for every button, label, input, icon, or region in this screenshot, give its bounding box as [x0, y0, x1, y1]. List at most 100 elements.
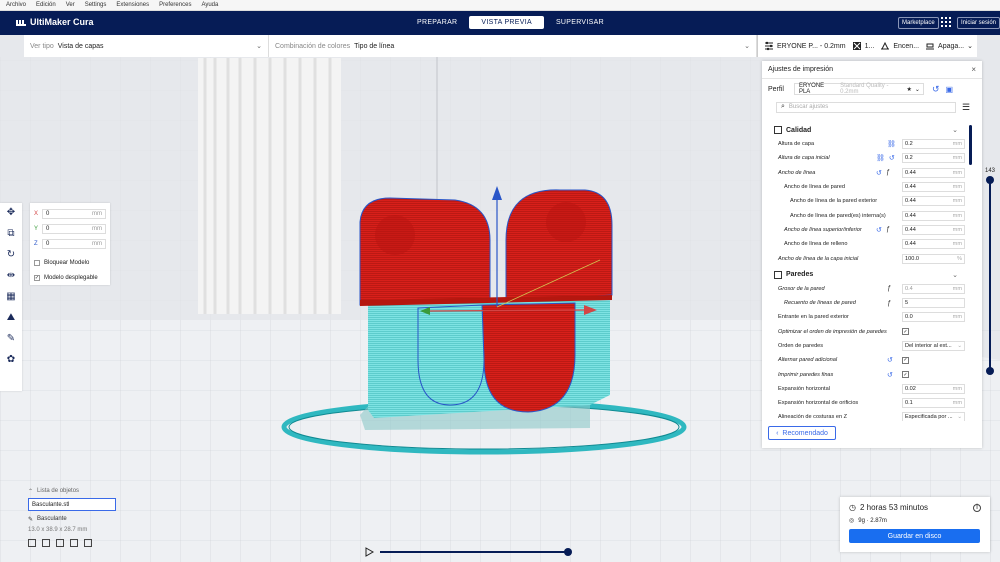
- view-top-icon[interactable]: [56, 539, 64, 547]
- printer-settings-bar[interactable]: ERYONE P... - 0.2mm 1... Encen... Apaga.…: [757, 35, 977, 57]
- category-icon: [774, 270, 782, 279]
- link-icon[interactable]: ⛓: [876, 154, 885, 162]
- z-input[interactable]: 0 mm: [42, 239, 106, 249]
- save-profile-icon[interactable]: ▣: [946, 85, 954, 94]
- marketplace-button[interactable]: Marketplace: [898, 17, 939, 29]
- menu-item[interactable]: Preferences: [159, 2, 191, 8]
- stage-tab[interactable]: SUPERVISAR: [544, 16, 616, 29]
- profile-dropdown[interactable]: ERYONE PLA Standard Quality - 0.2mm ★ ⌄: [793, 83, 924, 95]
- object-list-header[interactable]: ⌃ Lista de objetos: [28, 488, 123, 495]
- extruder-selector[interactable]: 1...: [852, 41, 874, 51]
- menu-item[interactable]: Extensiones: [116, 2, 149, 8]
- rotate-tool-icon[interactable]: ↻: [5, 248, 17, 260]
- settings-category[interactable]: Paredes ⌄: [762, 268, 966, 282]
- stage-tab[interactable]: PREPARAR: [405, 16, 469, 29]
- close-icon[interactable]: ×: [971, 65, 976, 74]
- setting-value-input[interactable]: 5: [902, 298, 965, 309]
- function-icon[interactable]: ƒ: [887, 300, 891, 307]
- function-icon[interactable]: ƒ: [886, 226, 890, 234]
- function-icon[interactable]: ƒ: [887, 285, 891, 292]
- setting-checkbox[interactable]: ✓: [902, 356, 909, 364]
- menu-item[interactable]: Ver: [66, 2, 75, 8]
- setting-value-input[interactable]: 0.44 mm: [902, 196, 965, 207]
- stage-tab[interactable]: VISTA PREVIA: [469, 16, 544, 29]
- support-toggle[interactable]: Encen...: [880, 41, 919, 51]
- move-tool-icon[interactable]: ✥: [5, 206, 17, 218]
- menu-item[interactable]: Settings: [85, 2, 107, 8]
- lock-model-row[interactable]: Bloquear Modelo: [34, 257, 106, 269]
- view-front-icon[interactable]: [42, 539, 50, 547]
- measure-tool-icon[interactable]: ✎: [5, 332, 17, 344]
- view-right-icon[interactable]: [84, 539, 92, 547]
- menu-item[interactable]: Ayuda: [201, 2, 218, 8]
- drop-model-row[interactable]: ✓ Modelo desplegable: [34, 272, 106, 284]
- menu-icon[interactable]: ☰: [962, 102, 970, 113]
- adhesion-toggle[interactable]: Apaga... ⌄: [925, 41, 973, 51]
- setting-value-input[interactable]: 0.4 mm: [902, 283, 965, 294]
- reset-icon[interactable]: ↺: [876, 226, 882, 234]
- timeline-handle[interactable]: [564, 548, 572, 556]
- setting-icons: ⛓ ↺: [876, 154, 895, 162]
- lock-model-checkbox[interactable]: [34, 260, 40, 266]
- setting-label: Expansión horizontal de orificios: [778, 400, 859, 407]
- view-3d-icon[interactable]: [28, 539, 36, 547]
- apps-grid-icon[interactable]: [941, 17, 951, 27]
- settings-search-input[interactable]: ⌕ Buscar ajustes: [776, 101, 956, 113]
- info-icon[interactable]: i: [973, 503, 981, 512]
- recommended-label: Recomendado: [782, 429, 828, 437]
- search-placeholder: Buscar ajustes: [788, 104, 829, 110]
- pencil-icon[interactable]: ✎: [28, 516, 33, 523]
- function-icon[interactable]: ƒ: [886, 169, 890, 177]
- settings-scrollbar[interactable]: [969, 125, 972, 165]
- drop-model-checkbox[interactable]: ✓: [34, 275, 40, 281]
- setting-row: Altura de capa ⛓ 0.2 mm: [762, 137, 966, 151]
- setting-value-input[interactable]: 0.2 mm: [902, 139, 965, 150]
- printer-selector[interactable]: ERYONE P... - 0.2mm: [764, 41, 846, 51]
- save-to-disk-button[interactable]: Guardar en disco: [849, 529, 980, 543]
- menu-item[interactable]: Edición: [36, 2, 56, 8]
- reset-icon[interactable]: ↺: [876, 169, 882, 177]
- menu-item[interactable]: Archivo: [6, 2, 26, 8]
- setting-value-input[interactable]: 0.2 mm: [902, 153, 965, 164]
- chevron-down-icon: ⌄: [744, 43, 750, 50]
- setting-value-input[interactable]: 0.44 mm: [902, 167, 965, 178]
- setting-value-input[interactable]: Del interior al ext... ⌄: [902, 341, 965, 351]
- setting-checkbox[interactable]: ✓: [902, 328, 909, 336]
- settings-category[interactable]: Calidad ⌄: [762, 123, 966, 137]
- setting-value-input[interactable]: 0.44 mm: [902, 224, 965, 235]
- setting-value-input[interactable]: 0.1 mm: [902, 398, 965, 409]
- per-model-settings-icon[interactable]: ▦: [5, 290, 17, 302]
- setting-unit: mm: [952, 400, 962, 407]
- scale-tool-icon[interactable]: ⧉: [5, 227, 17, 239]
- setting-value-input[interactable]: 0.44 mm: [902, 210, 965, 221]
- reset-icon[interactable]: ↺: [887, 356, 893, 364]
- setting-value-input[interactable]: 100.0%: [902, 253, 965, 264]
- link-icon[interactable]: ⛓: [887, 140, 896, 148]
- view-left-icon[interactable]: [70, 539, 78, 547]
- printer-profile-text: ERYONE P... - 0.2mm: [777, 42, 846, 50]
- object-file-item[interactable]: Basculante.stl: [28, 498, 116, 511]
- setting-value-input[interactable]: 0.44 mm: [902, 182, 965, 193]
- mirror-tool-icon[interactable]: ⇹: [5, 269, 17, 281]
- support-blocker-icon[interactable]: ⛰: [5, 311, 17, 323]
- reset-icon[interactable]: ↺: [932, 84, 940, 95]
- signin-button[interactable]: Iniciar sesión: [957, 17, 1000, 29]
- view-type-dropdown[interactable]: Ver tipo Vista de capas ⌄: [24, 35, 269, 57]
- reset-icon[interactable]: ↺: [889, 154, 895, 162]
- setting-value: Especificada por ...: [905, 414, 953, 421]
- color-scheme-dropdown[interactable]: Combinación de colores Tipo de línea ⌄: [269, 35, 757, 57]
- reset-icon[interactable]: ↺: [887, 371, 893, 379]
- play-icon[interactable]: [365, 547, 375, 557]
- setting-checkbox[interactable]: ✓: [902, 371, 909, 379]
- paint-tool-icon[interactable]: ✿: [5, 353, 17, 365]
- x-input[interactable]: 0 mm: [42, 209, 106, 219]
- setting-value-input[interactable]: 0.44 mm: [902, 239, 965, 250]
- y-input[interactable]: 0 mm: [42, 224, 106, 234]
- layer-bottom-handle[interactable]: [986, 367, 994, 375]
- setting-value-input[interactable]: Especificada por ... ⌄: [902, 412, 965, 421]
- setting-value-input[interactable]: 0.02 mm: [902, 383, 965, 394]
- recommended-button[interactable]: ‹ Recomendado: [768, 426, 836, 440]
- setting-row: Optimizar el orden de impresión de pared…: [762, 325, 966, 339]
- setting-value-input[interactable]: 0.0 mm: [902, 312, 965, 323]
- layer-top-handle[interactable]: [986, 176, 994, 184]
